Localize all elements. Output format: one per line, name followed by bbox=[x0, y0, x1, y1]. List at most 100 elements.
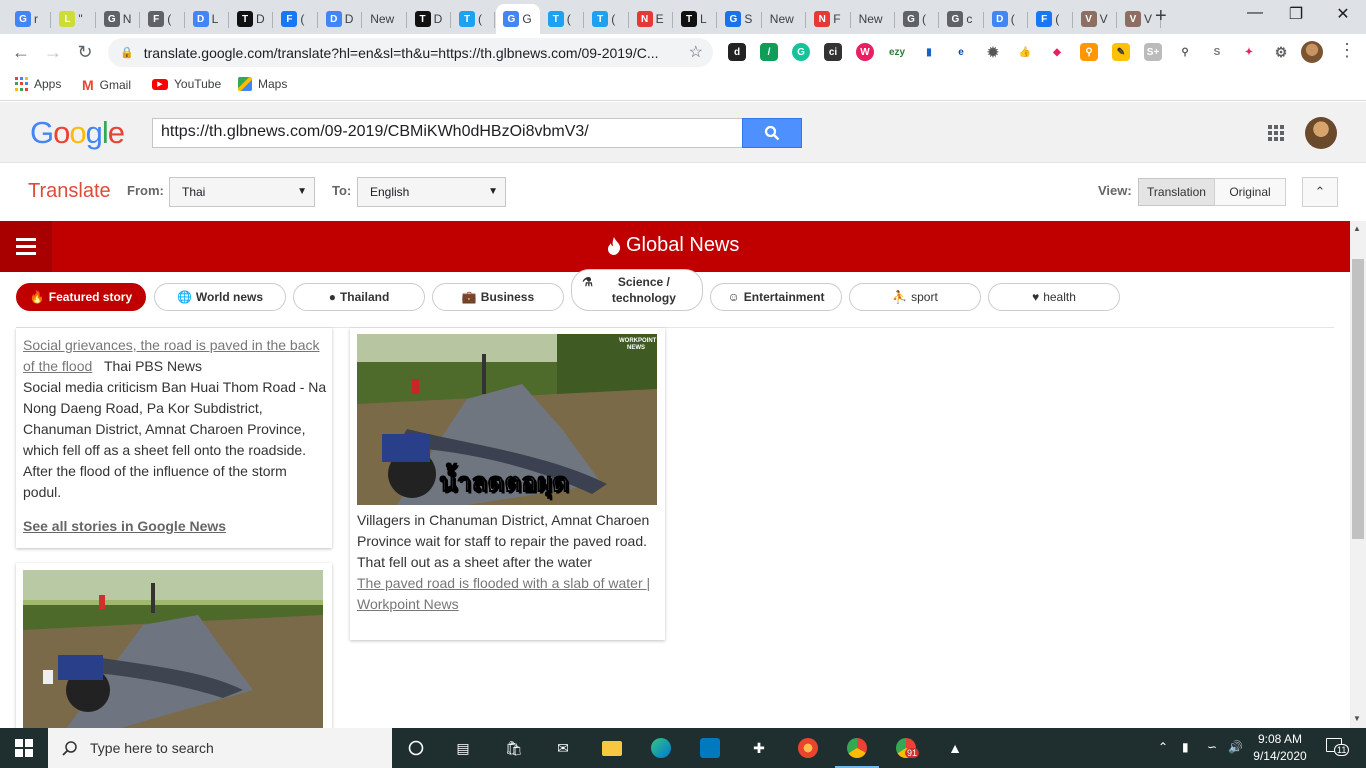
extension-icon-tiktok[interactable]: d bbox=[728, 43, 746, 61]
cortana-icon[interactable] bbox=[404, 736, 428, 760]
forward-icon[interactable]: → bbox=[41, 40, 65, 64]
category-science-technology[interactable]: ⚗ Science / technology bbox=[571, 269, 703, 311]
extension-icon-ezy[interactable]: ezy bbox=[888, 43, 906, 61]
extension-icon-w[interactable]: W bbox=[856, 43, 874, 61]
bookmark-star-icon[interactable]: ☆ bbox=[689, 42, 703, 62]
browser-tab[interactable]: DD bbox=[319, 4, 363, 34]
story-link[interactable]: The paved road is flooded with a slab of… bbox=[357, 575, 650, 612]
browser-tab[interactable]: F( bbox=[141, 4, 185, 34]
tray-chevron-icon[interactable]: ⌃ bbox=[1158, 740, 1168, 754]
chrome-icon[interactable] bbox=[835, 736, 879, 768]
scrollbar-thumb[interactable] bbox=[1352, 259, 1364, 539]
browser-tab[interactable]: NE bbox=[630, 4, 673, 34]
extension-icon-chart[interactable]: ▮ bbox=[920, 43, 938, 61]
browser-tab[interactable]: TD bbox=[230, 4, 274, 34]
browser-tab[interactable]: GN bbox=[97, 4, 141, 34]
extension-icon-ci[interactable]: ci bbox=[824, 43, 842, 61]
extension-icon-pinwheel[interactable]: ✦ bbox=[1240, 43, 1258, 61]
store-icon[interactable]: 🛍 bbox=[502, 736, 526, 760]
bookmark-apps[interactable]: Apps bbox=[15, 77, 61, 91]
extension-icon-thumb[interactable]: 👍 bbox=[1016, 43, 1034, 61]
photos-icon[interactable]: ▲ bbox=[943, 736, 967, 760]
browser-tab[interactable]: New bbox=[763, 4, 807, 34]
trello-icon[interactable] bbox=[698, 736, 722, 760]
extension-icon-search[interactable]: ⚲ bbox=[1080, 43, 1098, 61]
bookmark-gmail[interactable]: M Gmail bbox=[82, 77, 131, 93]
start-button[interactable] bbox=[0, 728, 48, 768]
browser-tab[interactable]: GS bbox=[718, 4, 762, 34]
browser-tab[interactable]: F( bbox=[274, 4, 318, 34]
flooded-road-image[interactable] bbox=[23, 570, 323, 728]
browser-tab[interactable]: New bbox=[852, 4, 895, 34]
firefox-icon[interactable] bbox=[796, 736, 820, 760]
category-health[interactable]: ♥ health bbox=[988, 283, 1120, 311]
browser-tab[interactable]: Gr bbox=[8, 4, 52, 34]
extensions-puzzle-icon[interactable]: ⚙ bbox=[1272, 43, 1290, 61]
mail-icon[interactable]: ✉ bbox=[551, 736, 575, 760]
browser-tab[interactable]: T( bbox=[452, 4, 496, 34]
see-all-stories-link[interactable]: See all stories in Google News bbox=[23, 518, 226, 534]
task-view-icon[interactable]: ▤ bbox=[451, 736, 475, 760]
category-world-news[interactable]: 🌐 World news bbox=[154, 283, 286, 311]
wifi-icon[interactable]: ∽ bbox=[1207, 740, 1217, 754]
back-icon[interactable]: ← bbox=[9, 40, 33, 64]
close-tab-icon[interactable]: ✕ bbox=[539, 11, 540, 28]
file-explorer-icon[interactable] bbox=[600, 736, 624, 760]
browser-tab[interactable]: Gc bbox=[940, 4, 984, 34]
category-thailand[interactable]: ● Thailand bbox=[293, 283, 425, 311]
browser-tab[interactable]: TD bbox=[408, 4, 451, 34]
collapse-icon[interactable]: ⌃ bbox=[1302, 177, 1338, 207]
scroll-down-icon[interactable]: ▼ bbox=[1353, 714, 1361, 723]
browser-tab[interactable]: NF bbox=[807, 4, 851, 34]
view-translation-button[interactable]: Translation bbox=[1138, 178, 1215, 206]
extension-icon-s[interactable]: S bbox=[1208, 43, 1226, 61]
action-center-icon[interactable]: 11 bbox=[1326, 738, 1350, 756]
bookmark-maps[interactable]: Maps bbox=[238, 77, 287, 91]
extension-icon-diamond[interactable]: ◆ bbox=[1048, 43, 1066, 61]
account-avatar[interactable] bbox=[1305, 117, 1337, 149]
battery-icon[interactable]: ▮ bbox=[1182, 740, 1189, 754]
volume-icon[interactable]: 🔊 bbox=[1228, 740, 1243, 754]
browser-tab[interactable]: New bbox=[363, 4, 407, 34]
browser-tab[interactable]: DL bbox=[186, 4, 229, 34]
extension-icon-grammarly[interactable]: G bbox=[792, 43, 810, 61]
page-scrollbar[interactable]: ▲ ▼ bbox=[1350, 221, 1366, 728]
browser-tab[interactable]: G( bbox=[896, 4, 940, 34]
search-button[interactable] bbox=[742, 118, 802, 148]
extension-icon-splus[interactable]: S+ bbox=[1144, 43, 1162, 61]
minimize-button[interactable]: — bbox=[1232, 4, 1278, 22]
extension-icon-magnifier[interactable]: ⚲ bbox=[1176, 43, 1194, 61]
url-input[interactable]: https://th.glbnews.com/09-2019/CBMiKWh0d… bbox=[152, 118, 743, 148]
address-bar[interactable]: 🔒 translate.google.com/translate?hl=en&s… bbox=[108, 38, 713, 67]
close-window-button[interactable]: ✕ bbox=[1320, 4, 1366, 24]
browser-tab[interactable]: T( bbox=[541, 4, 585, 34]
slack-icon[interactable]: ✚ bbox=[747, 736, 771, 760]
profile-avatar[interactable] bbox=[1301, 41, 1323, 63]
google-apps-icon[interactable] bbox=[1268, 125, 1284, 141]
category-entertainment[interactable]: ☺ Entertainment bbox=[710, 283, 842, 311]
taskbar-clock[interactable]: 9:08 AM 9/14/2020 bbox=[1250, 731, 1310, 765]
category-sport[interactable]: ⛹ sport bbox=[849, 283, 981, 311]
reload-icon[interactable]: ↻ bbox=[73, 40, 97, 64]
restore-button[interactable]: ❐ bbox=[1273, 4, 1319, 24]
edge-icon[interactable] bbox=[649, 736, 673, 760]
extension-icon-gear[interactable]: ✹ bbox=[984, 43, 1002, 61]
browser-tab[interactable]: GG ✕ bbox=[496, 4, 540, 34]
hamburger-menu-icon[interactable] bbox=[0, 221, 52, 272]
chrome-profile-icon[interactable]: 91 bbox=[894, 736, 920, 760]
browser-tab[interactable]: VV bbox=[1074, 4, 1117, 34]
extension-icon-feedly[interactable]: / bbox=[760, 43, 778, 61]
category-business[interactable]: 💼 Business bbox=[432, 283, 564, 311]
browser-tab[interactable]: TL bbox=[674, 4, 718, 34]
extension-icon-note[interactable]: ✎ bbox=[1112, 43, 1130, 61]
flooded-road-news-image[interactable]: น้ำลดตอผุด WORKPOINT NEWS bbox=[357, 334, 657, 505]
browser-tab[interactable]: L " bbox=[52, 4, 96, 34]
site-title[interactable]: Global News bbox=[607, 234, 739, 257]
browser-menu-icon[interactable]: ⋮ bbox=[1338, 40, 1356, 61]
taskbar-search-box[interactable]: Type here to search bbox=[48, 728, 392, 768]
new-tab-button[interactable]: + bbox=[1155, 5, 1167, 28]
to-language-select[interactable]: English ▼ bbox=[357, 177, 506, 207]
category-featured-story[interactable]: 🔥 Featured story bbox=[16, 283, 146, 311]
view-original-button[interactable]: Original bbox=[1214, 178, 1286, 206]
from-language-select[interactable]: Thai ▼ bbox=[169, 177, 315, 207]
